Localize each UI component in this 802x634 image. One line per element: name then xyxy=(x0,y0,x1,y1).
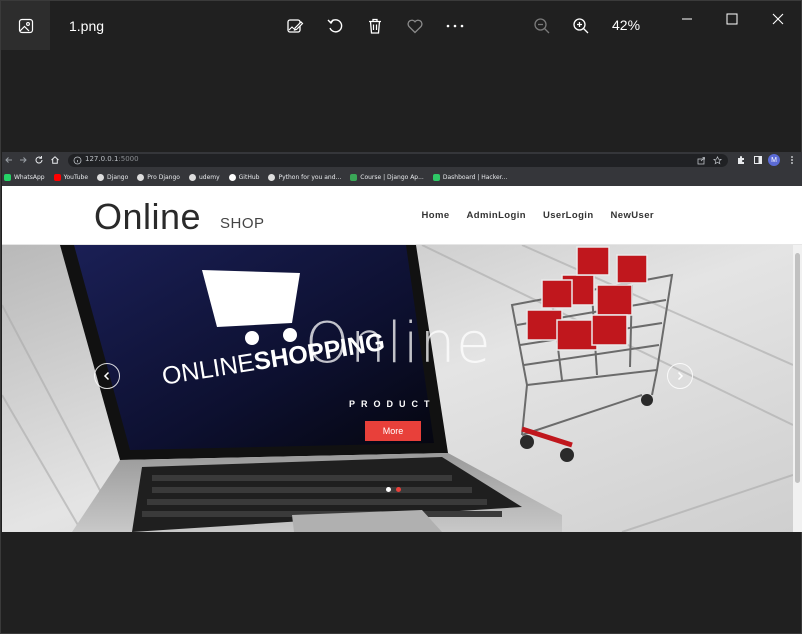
bookmark-star-icon[interactable] xyxy=(713,156,722,165)
close-button[interactable] xyxy=(766,7,790,31)
github-icon xyxy=(228,174,236,181)
bookmark-item[interactable]: Python for you and... xyxy=(268,174,341,181)
edit-image-icon xyxy=(287,19,304,33)
carousel-dot[interactable] xyxy=(386,487,391,492)
maximize-icon xyxy=(726,13,738,25)
share-icon[interactable] xyxy=(697,156,706,165)
site-logo[interactable]: Online xyxy=(94,196,201,238)
image-icon xyxy=(18,18,33,33)
url-host: 127.0.0.1 xyxy=(85,155,119,163)
minimize-button[interactable] xyxy=(675,7,699,31)
nav-home[interactable]: Home xyxy=(422,210,450,221)
app-icon[interactable] xyxy=(1,1,50,50)
maximize-button[interactable] xyxy=(720,7,744,31)
globe-icon xyxy=(137,174,145,181)
bookmark-item[interactable]: YouTube xyxy=(53,174,88,181)
zoom-in-button[interactable] xyxy=(569,14,593,38)
nav-user-login[interactable]: UserLogin xyxy=(543,210,594,221)
site-info-icon[interactable] xyxy=(73,156,82,165)
back-icon[interactable] xyxy=(4,155,14,165)
site-nav: Home AdminLogin UserLogin NewUser xyxy=(422,210,654,221)
edit-image-button[interactable] xyxy=(283,14,307,38)
home-icon[interactable] xyxy=(50,155,60,165)
chevron-right-icon xyxy=(677,371,684,381)
youtube-icon xyxy=(53,174,61,181)
whatsapp-icon xyxy=(4,174,11,181)
site-header: Online SHOP Home AdminLogin UserLogin Ne… xyxy=(2,186,802,245)
carousel-prev-button[interactable] xyxy=(94,363,120,389)
globe-icon xyxy=(97,174,105,181)
delete-button[interactable] xyxy=(363,14,387,38)
rotate-icon xyxy=(327,19,343,33)
chevron-left-icon xyxy=(103,371,110,381)
close-icon xyxy=(772,13,784,25)
forward-icon[interactable] xyxy=(18,155,28,165)
more-button[interactable]: More xyxy=(365,421,421,441)
photos-viewer-window: 1.png 42% 127.0.0.1:5000 M WhatsApp YouT… xyxy=(0,0,802,634)
zoom-out-icon xyxy=(534,18,550,34)
delete-icon xyxy=(369,18,381,34)
globe-icon xyxy=(188,174,196,181)
minimize-icon xyxy=(682,18,692,20)
menu-kebab-icon[interactable] xyxy=(787,155,797,165)
more-options-button[interactable] xyxy=(443,14,467,38)
bookmarks-bar: WhatsApp YouTube Django Pro Django udemy… xyxy=(2,169,802,186)
hero-carousel: ONLINESHOPPING Online PRODUCT More xyxy=(2,245,793,532)
page-scrollbar[interactable] xyxy=(793,245,802,532)
side-panel-icon[interactable] xyxy=(753,155,763,165)
profile-avatar[interactable]: M xyxy=(768,154,780,166)
nav-new-user[interactable]: NewUser xyxy=(611,210,654,221)
scrollbar-thumb[interactable] xyxy=(795,253,800,483)
more-icon xyxy=(446,24,464,28)
bookmark-item[interactable]: GitHub xyxy=(228,174,259,181)
rotate-button[interactable] xyxy=(323,14,347,38)
carousel-dot[interactable] xyxy=(396,487,401,492)
url-text[interactable]: 127.0.0.1:5000 xyxy=(85,155,139,163)
browser-toolbar: 127.0.0.1:5000 M xyxy=(2,152,802,169)
zoom-level[interactable]: 42% xyxy=(612,17,640,33)
webpage: Online SHOP Home AdminLogin UserLogin Ne… xyxy=(2,186,802,532)
file-name: 1.png xyxy=(69,18,105,34)
nav-admin-login[interactable]: AdminLogin xyxy=(467,210,526,221)
site-logo-sub: SHOP xyxy=(220,215,265,232)
hero-title: Online xyxy=(305,311,492,376)
bookmark-item[interactable]: WhatsApp xyxy=(4,174,45,181)
hero-subtitle: PRODUCT xyxy=(349,399,436,409)
displayed-image[interactable]: 127.0.0.1:5000 M WhatsApp YouTube Django… xyxy=(2,152,802,532)
carousel-next-button[interactable] xyxy=(667,363,693,389)
extensions-icon[interactable] xyxy=(736,155,746,165)
course-icon xyxy=(350,174,358,181)
heart-icon xyxy=(407,19,423,34)
bookmark-item[interactable]: Pro Django xyxy=(137,174,180,181)
bookmark-item[interactable]: Django xyxy=(97,174,128,181)
bookmark-item[interactable]: udemy xyxy=(188,174,220,181)
bookmark-item[interactable]: Course | Django Ap... xyxy=(350,174,424,181)
viewer-toolbar: 1.png 42% xyxy=(1,1,802,51)
zoom-in-icon xyxy=(573,18,589,34)
url-port: :5000 xyxy=(118,155,139,163)
globe-icon xyxy=(268,174,276,181)
zoom-out-button[interactable] xyxy=(530,14,554,38)
bookmark-item[interactable]: Dashboard | Hacker... xyxy=(432,174,507,181)
hackerrank-icon xyxy=(432,174,440,181)
reload-icon[interactable] xyxy=(34,155,44,165)
favorite-button[interactable] xyxy=(403,14,427,38)
address-bar[interactable]: 127.0.0.1:5000 xyxy=(68,154,728,167)
